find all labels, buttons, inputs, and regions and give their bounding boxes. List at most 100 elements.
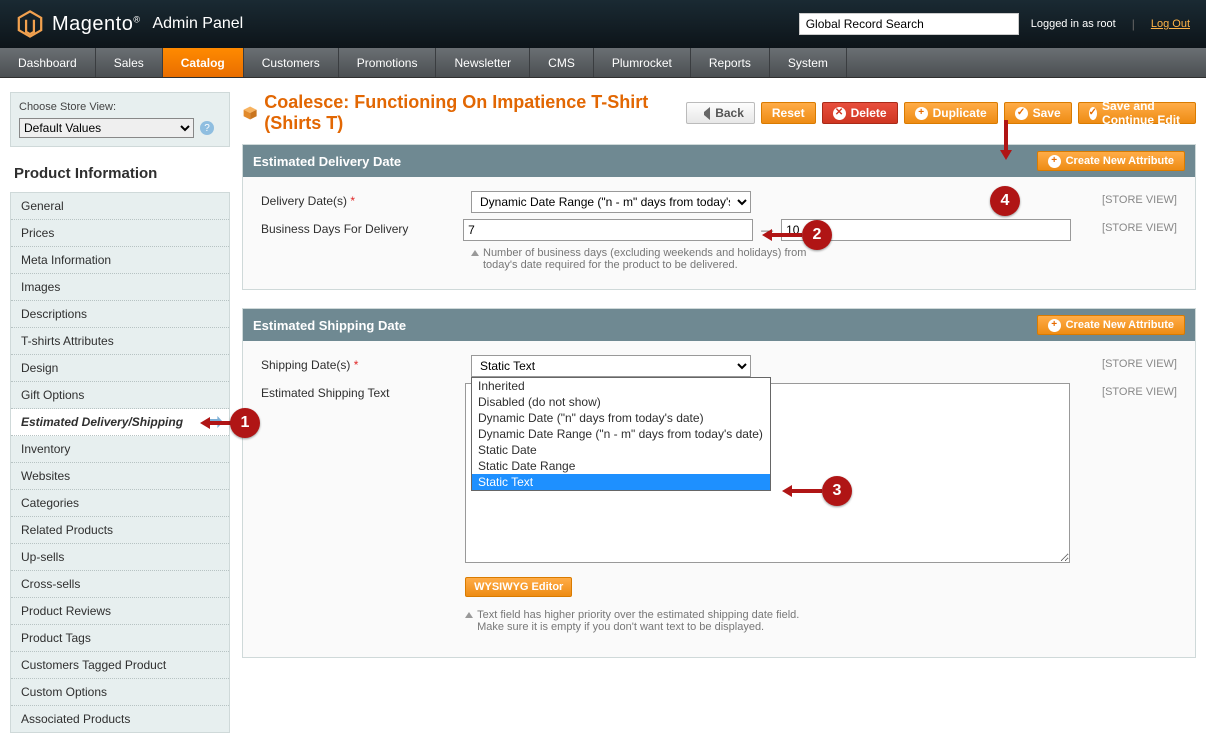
product-icon: [242, 104, 258, 122]
sidebar-item-prices[interactable]: Prices: [11, 220, 229, 247]
sidebar-item-meta-information[interactable]: Meta Information: [11, 247, 229, 274]
delivery-dates-select[interactable]: Dynamic Date Range ("n - m" days from to…: [471, 191, 751, 213]
sidebar-item-categories[interactable]: Categories: [11, 490, 229, 517]
store-view-label: Choose Store View:: [19, 101, 221, 113]
store-view-select[interactable]: Default Values: [19, 118, 194, 138]
scope-label: [STORE VIEW]: [1067, 191, 1177, 206]
sidebar-item-cross-sells[interactable]: Cross-sells: [11, 571, 229, 598]
biz-days-hint: Number of business days (excluding weeke…: [471, 247, 811, 271]
section-delivery-head: Estimated Delivery Date +Create New Attr…: [243, 145, 1195, 177]
save-button[interactable]: ✓Save: [1004, 102, 1072, 124]
main-nav: DashboardSalesCatalogCustomersPromotions…: [0, 48, 1206, 78]
sidebar-item-design[interactable]: Design: [11, 355, 229, 382]
page-actions: Back Reset ✕Delete +Duplicate ✓Save ✓Sav…: [686, 102, 1196, 124]
dropdown-option[interactable]: Static Date: [472, 442, 770, 458]
sidebar-item-related-products[interactable]: Related Products: [11, 517, 229, 544]
delete-icon: ✕: [833, 107, 846, 120]
hint-icon: [465, 612, 473, 618]
section-shipping-title: Estimated Shipping Date: [253, 318, 406, 333]
callout-3-arrow: [782, 485, 792, 497]
nav-item-newsletter[interactable]: Newsletter: [436, 48, 530, 77]
nav-item-promotions[interactable]: Promotions: [339, 48, 437, 77]
shipping-dates-label: Shipping Date(s) *: [261, 355, 471, 372]
help-icon[interactable]: ?: [200, 121, 214, 135]
delete-button[interactable]: ✕Delete: [822, 102, 898, 124]
back-button[interactable]: Back: [686, 102, 755, 124]
scope-label: [STORE VIEW]: [1067, 355, 1177, 370]
reset-button[interactable]: Reset: [761, 102, 816, 124]
scope-label: [STORE VIEW]: [1070, 383, 1177, 398]
wysiwyg-button[interactable]: WYSIWYG Editor: [465, 577, 572, 597]
plus-icon: +: [1048, 155, 1061, 168]
sidebar-item-inventory[interactable]: Inventory: [11, 436, 229, 463]
scope-label: [STORE VIEW]: [1071, 219, 1177, 234]
sidebar-item-gift-options[interactable]: Gift Options: [11, 382, 229, 409]
callout-3: 3: [822, 476, 852, 506]
callout-2-arrow: [762, 229, 772, 241]
shipping-dates-dropdown: InheritedDisabled (do not show)Dynamic D…: [471, 377, 771, 491]
nav-item-reports[interactable]: Reports: [691, 48, 770, 77]
nav-item-catalog[interactable]: Catalog: [163, 48, 244, 77]
plus-icon: +: [915, 107, 928, 120]
check-icon: ✓: [1015, 107, 1028, 120]
sidebar-item-up-sells[interactable]: Up-sells: [11, 544, 229, 571]
dropdown-option[interactable]: Dynamic Date Range ("n - m" days from to…: [472, 426, 770, 442]
dropdown-option[interactable]: Dynamic Date ("n" days from today's date…: [472, 410, 770, 426]
save-continue-button[interactable]: ✓Save and Continue Edit: [1078, 102, 1196, 124]
sidebar-item-product-tags[interactable]: Product Tags: [11, 625, 229, 652]
sidebar-item-descriptions[interactable]: Descriptions: [11, 301, 229, 328]
duplicate-button[interactable]: +Duplicate: [904, 102, 998, 124]
callout-2: 2: [802, 220, 832, 250]
page-title: Coalesce: Functioning On Impatience T-Sh…: [264, 92, 686, 134]
create-attribute-button[interactable]: +Create New Attribute: [1037, 151, 1185, 171]
shipping-text-label: Estimated Shipping Text: [261, 383, 465, 400]
sidebar-heading: Product Information: [10, 157, 230, 192]
shipping-text-hint: Text field has higher priority over the …: [465, 609, 825, 633]
sidebar-item-custom-options[interactable]: Custom Options: [11, 679, 229, 706]
dropdown-option[interactable]: Static Text: [472, 474, 770, 490]
callout-4-arrow: [1000, 150, 1012, 160]
global-search-input[interactable]: [799, 13, 1019, 35]
sidebar-item-general[interactable]: General: [11, 193, 229, 220]
sidebar-item-estimated-delivery-shipping[interactable]: Estimated Delivery/Shipping: [11, 409, 229, 436]
create-attribute-button[interactable]: +Create New Attribute: [1037, 315, 1185, 335]
check-icon: ✓: [1089, 107, 1097, 120]
store-view-chooser: Choose Store View: Default Values ?: [10, 92, 230, 147]
logo: Magento® Admin Panel: [16, 10, 243, 38]
back-icon: [697, 107, 710, 120]
logout-link[interactable]: Log Out: [1151, 18, 1190, 30]
logged-in-label: Logged in as root: [1031, 18, 1116, 30]
page-head: Coalesce: Functioning On Impatience T-Sh…: [242, 92, 1196, 134]
dropdown-option[interactable]: Disabled (do not show): [472, 394, 770, 410]
nav-item-plumrocket[interactable]: Plumrocket: [594, 48, 691, 77]
biz-days-label: Business Days For Delivery: [261, 219, 463, 236]
magento-icon: [16, 10, 44, 38]
nav-item-customers[interactable]: Customers: [244, 48, 339, 77]
sidebar-item-associated-products[interactable]: Associated Products: [11, 706, 229, 732]
sidebar-nav: GeneralPricesMeta InformationImagesDescr…: [10, 192, 230, 733]
biz-days-from-input[interactable]: [463, 219, 753, 241]
plus-icon: +: [1048, 319, 1061, 332]
section-delivery: Estimated Delivery Date +Create New Attr…: [242, 144, 1196, 290]
section-shipping-head: Estimated Shipping Date +Create New Attr…: [243, 309, 1195, 341]
nav-item-dashboard[interactable]: Dashboard: [0, 48, 96, 77]
section-delivery-title: Estimated Delivery Date: [253, 154, 401, 169]
sidebar-item-websites[interactable]: Websites: [11, 463, 229, 490]
callout-4: 4: [990, 186, 1020, 216]
section-shipping: Estimated Shipping Date +Create New Attr…: [242, 308, 1196, 658]
sidebar-item-customers-tagged-product[interactable]: Customers Tagged Product: [11, 652, 229, 679]
dropdown-option[interactable]: Static Date Range: [472, 458, 770, 474]
dropdown-option[interactable]: Inherited: [472, 378, 770, 394]
brand-text: Magento®: [52, 13, 140, 36]
header-bar: Magento® Admin Panel Logged in as root |…: [0, 0, 1206, 48]
sidebar-item-product-reviews[interactable]: Product Reviews: [11, 598, 229, 625]
callout-1: 1: [230, 408, 260, 438]
nav-item-cms[interactable]: CMS: [530, 48, 594, 77]
shipping-dates-select[interactable]: Static Text: [471, 355, 751, 377]
nav-item-sales[interactable]: Sales: [96, 48, 163, 77]
callout-1-arrow: [200, 417, 210, 429]
nav-item-system[interactable]: System: [770, 48, 847, 77]
sidebar-item-images[interactable]: Images: [11, 274, 229, 301]
hint-icon: [471, 250, 479, 256]
sidebar-item-t-shirts-attributes[interactable]: T-shirts Attributes: [11, 328, 229, 355]
